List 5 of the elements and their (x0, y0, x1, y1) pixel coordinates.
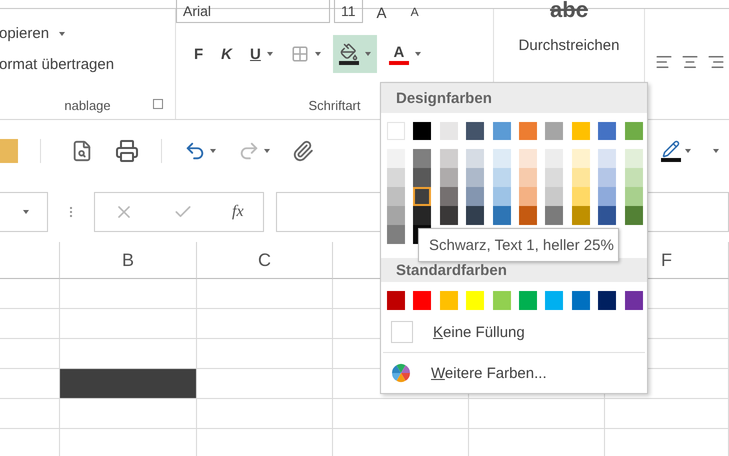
strikethrough-icon: abc (550, 0, 588, 23)
tooltip: Schwarz, Text 1, heller 25% (418, 228, 619, 262)
group-label: nablage (64, 98, 111, 112)
group-label: Schriftart (308, 98, 360, 112)
menu-header: Designfarben (381, 83, 647, 113)
